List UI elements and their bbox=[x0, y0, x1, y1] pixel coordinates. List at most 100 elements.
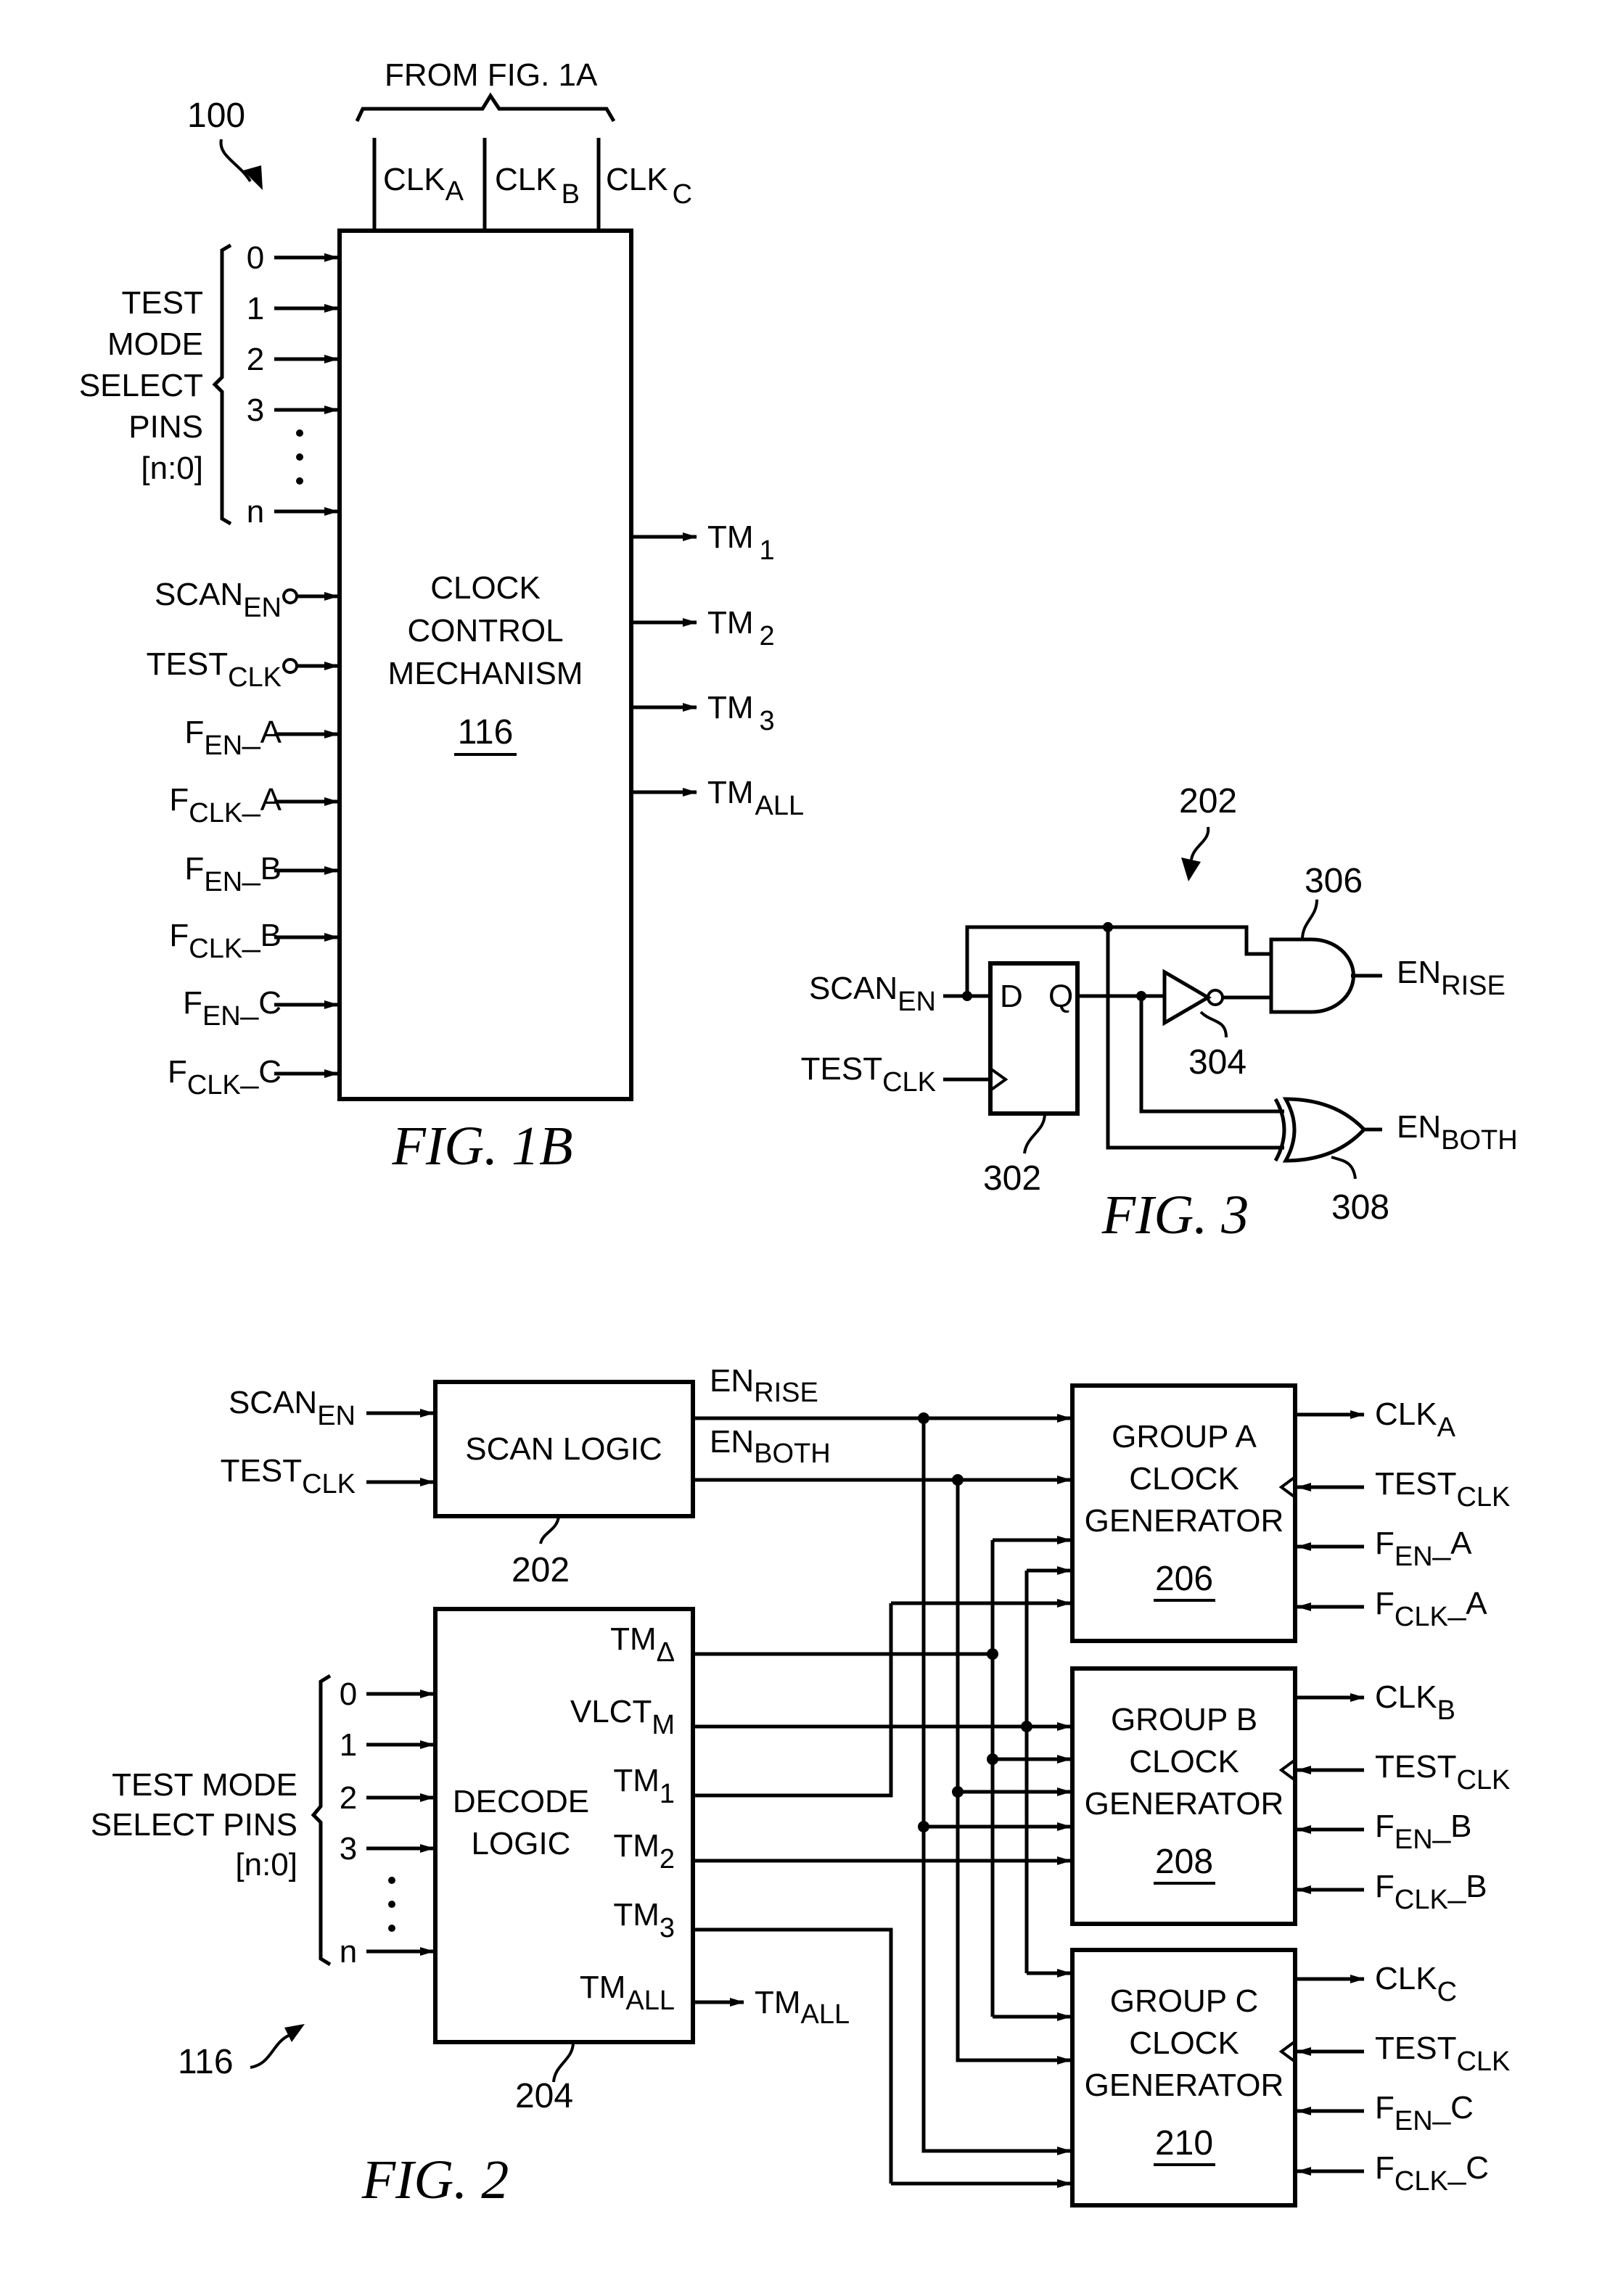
fig-2: SCAN LOGIC 202 SCANEN TESTCLK ENRISE ENB… bbox=[91, 1363, 1511, 2210]
bus-wiring bbox=[693, 1412, 1072, 2188]
ff-ref-leader bbox=[1023, 1113, 1046, 1154]
fig1b-input-label: FEN_C bbox=[183, 985, 282, 1032]
fig3-ref-arrowhead bbox=[1181, 857, 1201, 881]
tmall-out-label: TMALL bbox=[755, 1985, 850, 2030]
generator-input-label: FEN_B bbox=[1375, 1809, 1472, 1855]
generator-input-label: TESTCLK bbox=[1375, 1466, 1510, 1513]
generator-title-line: GROUP A bbox=[1112, 1419, 1257, 1454]
generator-clk-output-label: CLKA bbox=[1375, 1396, 1456, 1443]
tm3-output-label: TM 3 bbox=[707, 690, 775, 736]
tm1-output-label: TM 1 bbox=[707, 519, 775, 566]
fig1b-inputs: SCANEN TESTCLK FEN_A FCLK_A FEN_B FCLK_B FEN_C… bbox=[147, 577, 339, 1100]
tms-label-line-2: MODE bbox=[107, 326, 203, 362]
generator-title-line: GENERATOR bbox=[1085, 2067, 1284, 2103]
xor-ref-leader bbox=[1331, 1156, 1357, 1180]
fig1b-input-label: FCLK_A bbox=[169, 782, 282, 828]
tm3-wire bbox=[693, 1927, 893, 2184]
inverter-ref-leader bbox=[1199, 1011, 1228, 1038]
fig3-scan-en-label: SCANEN bbox=[809, 971, 936, 1017]
fig2-en-rise-label: ENRISE bbox=[710, 1363, 818, 1408]
and-ref-leader bbox=[1301, 899, 1318, 940]
fig2-pin-label: 2 bbox=[340, 1780, 357, 1816]
input-terminal-icon bbox=[282, 588, 298, 604]
xor-gate-308-input-arc bbox=[1273, 1098, 1286, 1162]
fig1b-ref-leader bbox=[219, 139, 252, 183]
generator-title-line: GROUP B bbox=[1111, 1702, 1257, 1737]
clk-b-label: CLK B bbox=[495, 162, 580, 210]
generator-title-line: CLOCK bbox=[1129, 1744, 1239, 1779]
tm1-wire bbox=[693, 1603, 893, 1798]
group-clock-generator: GROUP B CLOCK GENERATOR 208 CLKB TESTCLK FEN_B… bbox=[1070, 1666, 1510, 1926]
ellipsis-dot bbox=[388, 1925, 395, 1932]
generator-title-line: CLOCK bbox=[1129, 1461, 1239, 1497]
ellipsis-dot bbox=[388, 1877, 395, 1884]
fig1b-test-mode-select: TEST MODE SELECT PINS [n:0] 0 1 2 3 n bbox=[79, 240, 339, 530]
tms-label-line-4: PINS bbox=[128, 409, 203, 445]
fig2-pin-label: 1 bbox=[340, 1727, 357, 1763]
from-fig-1a-brace bbox=[355, 92, 616, 123]
ccm-line-3: MECHANISM bbox=[388, 656, 583, 691]
fig2-tms-label-line-2: SELECT PINS bbox=[91, 1807, 297, 1843]
generator-number: 210 bbox=[1155, 2124, 1213, 2163]
fig2-tms-label-line-3: [n:0] bbox=[235, 1847, 297, 1883]
fig2-scan-en-label: SCANEN bbox=[229, 1385, 356, 1431]
fig1b-ref-arrowhead bbox=[243, 165, 263, 190]
pin-1-label: 1 bbox=[247, 291, 264, 326]
and-ref-number: 306 bbox=[1305, 862, 1363, 900]
clk-a-label: CLKA bbox=[383, 162, 464, 207]
tms-label-line-1: TEST bbox=[122, 285, 203, 321]
patent-drawing-sheet: 100 FROM FIG. 1A CLKA CLK B CLK C CLOCK CO… bbox=[79, 57, 1518, 2210]
tmall-output-label: TMALL bbox=[707, 775, 804, 821]
generator-input-label: FCLK_B bbox=[1375, 1869, 1487, 1915]
generator-clk-output-label: CLKC bbox=[1375, 1961, 1457, 2007]
decode-logic-line-1: DECODE bbox=[453, 1784, 589, 1819]
scan-logic-ref-leader bbox=[539, 1515, 560, 1544]
ccm-line-2: CONTROL bbox=[407, 613, 563, 649]
generator-number: 206 bbox=[1155, 1560, 1213, 1598]
fig2-ref-number: 116 bbox=[178, 2043, 234, 2081]
pin-2-label: 2 bbox=[247, 342, 264, 377]
tms-label-line-5: [n:0] bbox=[141, 450, 203, 486]
fig2-en-both-label: ENBOTH bbox=[710, 1424, 831, 1469]
generator-input-label: TESTCLK bbox=[1375, 2030, 1510, 2077]
fig2-test-clk-label: TESTCLK bbox=[221, 1453, 356, 1499]
pin-3-label: 3 bbox=[247, 392, 264, 428]
fig2-tms-brace bbox=[311, 1674, 332, 1967]
generator-number: 208 bbox=[1155, 1843, 1213, 1881]
generator-input-label: TESTCLK bbox=[1375, 1749, 1510, 1795]
fig3-caption: FIG. 3 bbox=[1101, 1185, 1249, 1246]
fig1b-input-label: FCLK_B bbox=[169, 918, 282, 964]
ff-ref-number: 302 bbox=[983, 1159, 1041, 1198]
fig2-tms-label-line-1: TEST MODE bbox=[112, 1767, 297, 1803]
fig3-test-clk-label: TESTCLK bbox=[801, 1051, 936, 1098]
scan-logic-ref-number: 202 bbox=[512, 1551, 570, 1589]
clock-generators: GROUP A CLOCK GENERATOR 206 CLKA TESTCLK FEN_A… bbox=[1070, 1383, 1510, 2207]
ccm-line-1: CLOCK bbox=[430, 570, 541, 606]
generator-input-label: FCLK_C bbox=[1375, 2150, 1489, 2197]
input-terminal-icon bbox=[282, 658, 298, 674]
ellipsis-dot bbox=[296, 477, 303, 485]
ff-q-label: Q bbox=[1048, 979, 1073, 1014]
generator-title-line: GENERATOR bbox=[1085, 1503, 1284, 1539]
fig3-ref-leader bbox=[1190, 826, 1210, 860]
fig2-caption: FIG. 2 bbox=[361, 2149, 509, 2210]
xor-gate-308 bbox=[1282, 1097, 1367, 1163]
generator-input-label: FEN_C bbox=[1375, 2090, 1474, 2136]
fig2-test-mode-pins: 0 1 2 3 n bbox=[340, 1676, 435, 1970]
generator-title-line: CLOCK bbox=[1129, 2025, 1239, 2061]
pin-n-label: n bbox=[247, 494, 264, 530]
generator-title-line: GROUP C bbox=[1110, 1983, 1259, 2019]
decode-ref-leader bbox=[552, 2041, 575, 2083]
generator-clk-output-label: CLKB bbox=[1375, 1679, 1455, 1726]
generator-input-label: FEN_A bbox=[1375, 1526, 1472, 1572]
fig2-pin-label: 0 bbox=[340, 1676, 357, 1712]
decode-ref-number: 204 bbox=[515, 2077, 573, 2115]
scan-logic-label: SCAN LOGIC bbox=[465, 1431, 662, 1467]
inverter-ref-number: 304 bbox=[1188, 1043, 1246, 1082]
fig1b-input-label: FEN_B bbox=[184, 851, 282, 897]
group-clock-generator: GROUP C CLOCK GENERATOR 210 CLKC TESTCLK FEN_C… bbox=[1070, 1948, 1510, 2207]
ellipsis-dot bbox=[388, 1901, 395, 1908]
fig1b-outputs: TM 1 TM 2 TM 3 TMALL bbox=[631, 519, 804, 821]
fig2-pin-label: 3 bbox=[340, 1831, 357, 1867]
group-clock-generator: GROUP A CLOCK GENERATOR 206 CLKA TESTCLK FEN_A… bbox=[1070, 1383, 1510, 1643]
